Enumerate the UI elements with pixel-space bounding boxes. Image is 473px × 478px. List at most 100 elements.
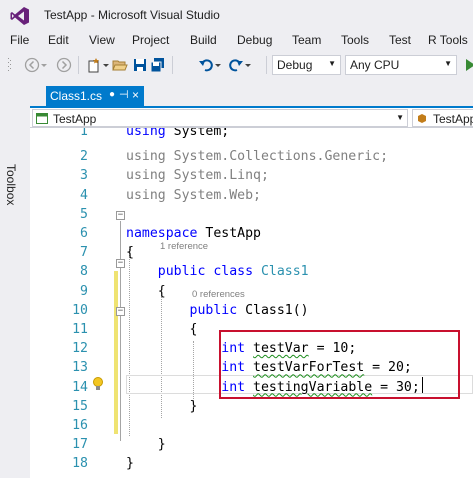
solution-platform-dropdown[interactable]: Any CPU ▼ <box>345 55 457 75</box>
constructor-reference-count[interactable]: 0 references <box>192 289 245 300</box>
code-token: TestApp <box>205 226 261 241</box>
chevron-down-icon: ▼ <box>396 113 404 122</box>
menu-view[interactable]: View <box>89 33 115 47</box>
line-number: 17 <box>72 437 88 453</box>
menu-team[interactable]: Team <box>292 33 321 47</box>
highlight-annotation-box <box>219 330 460 399</box>
code-line[interactable]: 17 } <box>30 435 473 454</box>
line-number: 14 <box>72 379 88 395</box>
line-number: 15 <box>72 398 88 414</box>
csharp-project-icon <box>36 113 48 124</box>
menu-r-tools[interactable]: R Tools <box>428 33 468 47</box>
toolbar-separator <box>78 56 79 74</box>
code-line[interactable]: 3 using System.Linq; <box>30 166 473 185</box>
undo-dropdown-icon[interactable] <box>214 57 222 73</box>
undo-icon[interactable] <box>198 57 214 73</box>
navigate-back-icon[interactable] <box>24 57 40 73</box>
code-line[interactable]: 5 <box>30 205 473 224</box>
save-icon[interactable] <box>132 57 148 73</box>
code-line[interactable]: 15 } <box>30 397 473 416</box>
menu-project[interactable]: Project <box>132 33 169 47</box>
code-text: namespace TestApp <box>126 226 261 241</box>
code-token: public <box>126 264 214 280</box>
back-dropdown-icon[interactable] <box>40 57 48 73</box>
close-tab-icon[interactable]: × <box>132 88 139 102</box>
code-token: } <box>126 437 166 453</box>
line-number: 11 <box>72 322 88 337</box>
new-dropdown-icon[interactable] <box>102 57 110 73</box>
navigate-forward-icon[interactable] <box>56 57 72 73</box>
code-text: { <box>126 322 198 337</box>
code-line[interactable]: 8 public class Class1 <box>30 262 473 281</box>
line-number: 6 <box>80 226 88 241</box>
menu-bar: File Edit View Project Build Debug Team … <box>0 30 473 52</box>
line-number: 7 <box>80 245 88 261</box>
visual-studio-logo-icon <box>10 7 29 25</box>
code-line[interactable]: 18} <box>30 454 473 473</box>
start-debugging-icon[interactable] <box>462 57 473 73</box>
line-number: 5 <box>80 206 88 222</box>
code-text: using System.Collections.Generic; <box>126 149 388 164</box>
menu-edit[interactable]: Edit <box>48 33 69 47</box>
code-text: using System.Linq; <box>126 168 269 183</box>
save-all-icon[interactable] <box>150 57 166 73</box>
class-reference-count[interactable]: 1 reference <box>160 241 208 252</box>
configuration-value: Debug <box>277 58 313 72</box>
code-line[interactable]: 7{ <box>30 243 473 262</box>
menu-debug[interactable]: Debug <box>237 33 272 47</box>
code-line[interactable]: 4 using System.Web; <box>30 186 473 205</box>
line-number: 3 <box>80 168 88 184</box>
toolbox-side-tab[interactable]: Toolbox <box>0 80 20 478</box>
code-line[interactable]: 6 namespace TestApp <box>30 224 473 243</box>
window-title: TestApp - Microsoft Visual Studio <box>44 8 220 22</box>
code-line[interactable]: 2 using System.Collections.Generic; <box>30 147 473 166</box>
code-text: } <box>126 456 134 471</box>
line-number: 18 <box>72 456 88 472</box>
open-file-icon[interactable] <box>112 57 128 73</box>
code-token: using <box>126 128 174 139</box>
standard-toolbar: Debug ▼ Any CPU ▼ <box>0 52 473 78</box>
line-number: 1 <box>80 128 88 139</box>
menu-tools[interactable]: Tools <box>341 33 369 47</box>
code-text: } <box>126 437 166 452</box>
tab-label: Class1.cs <box>50 89 103 103</box>
type-dropdown[interactable]: TestApp <box>412 109 473 127</box>
type-name: TestApp <box>433 112 473 126</box>
toolbar-separator <box>172 56 173 74</box>
lightbulb-icon[interactable] <box>92 377 104 391</box>
line-number: 10 <box>72 302 88 318</box>
code-line[interactable]: 10 public Class1() <box>30 301 473 320</box>
code-line[interactable]: 9 { <box>30 282 473 301</box>
menu-test[interactable]: Test <box>389 33 411 47</box>
line-number: 13 <box>72 360 88 376</box>
code-text: { <box>126 284 166 299</box>
class-icon <box>418 114 426 123</box>
menu-build[interactable]: Build <box>190 33 217 47</box>
pin-tab-icon[interactable]: ⊣ <box>119 88 129 101</box>
chevron-down-icon: ▼ <box>444 59 452 68</box>
line-number: 9 <box>80 283 88 299</box>
code-token: using <box>126 168 174 184</box>
line-number: 8 <box>80 264 88 280</box>
solution-configuration-dropdown[interactable]: Debug ▼ <box>272 55 341 75</box>
redo-dropdown-icon[interactable] <box>244 57 252 73</box>
code-token: Class1 <box>260 264 309 280</box>
title-bar: TestApp - Microsoft Visual Studio <box>0 0 473 30</box>
menu-file[interactable]: File <box>10 33 29 47</box>
navigation-bar: TestApp ▼ TestApp <box>30 108 473 128</box>
code-line[interactable]: 16 <box>30 416 473 435</box>
code-line[interactable]: 1 using System; <box>30 128 473 141</box>
project-name: TestApp <box>53 112 97 126</box>
redo-icon[interactable] <box>228 57 244 73</box>
code-editor[interactable]: − − − 1 using System; 2 using System.Collec… <box>30 128 473 478</box>
line-number: 12 <box>72 341 88 357</box>
tab-class1-cs[interactable]: Class1.cs ● ⊣ × <box>46 86 144 106</box>
code-token: { <box>126 245 134 261</box>
code-token: System; <box>173 128 230 139</box>
code-token: { <box>126 283 166 299</box>
code-text: public class Class1 <box>126 264 309 279</box>
code-text: { <box>126 245 134 260</box>
project-dropdown[interactable]: TestApp ▼ <box>32 109 408 127</box>
new-project-icon[interactable] <box>86 57 102 73</box>
code-token: System.Linq; <box>173 168 269 184</box>
